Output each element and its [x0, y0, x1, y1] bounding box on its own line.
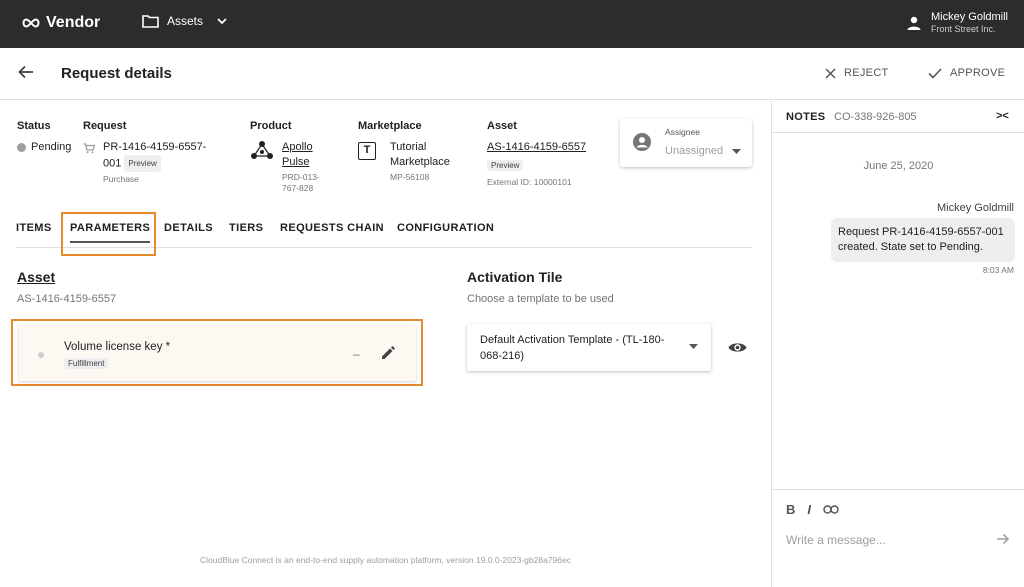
activation-hint: Choose a template to be used: [467, 293, 614, 305]
note-time: 8:03 AM: [982, 265, 1014, 275]
module-switcher[interactable]: Assets: [142, 14, 227, 28]
asset-label: Asset: [487, 120, 517, 132]
preview-chip: Preview: [124, 155, 161, 172]
caret-down-icon: [732, 149, 741, 154]
brand[interactable]: Vendor: [22, 14, 100, 32]
assignee-label: Assignee: [665, 127, 700, 137]
message-composer: B I Write a message...: [772, 489, 1024, 587]
activation-selected-line1: Default Activation Template - (TL-180-: [480, 334, 665, 346]
notes-header: NOTES CO-338-926-805 ><: [772, 101, 1024, 133]
parameter-tag: Fulfillment: [64, 358, 109, 369]
notes-id: CO-338-926-805: [834, 111, 917, 123]
parameter-status-dot: [38, 352, 44, 358]
marketplace-name-line1: Tutorial: [390, 141, 427, 153]
caret-down-icon: [689, 344, 698, 349]
asset-heading[interactable]: Asset: [17, 269, 116, 285]
parameter-card[interactable]: Volume license key * Fulfillment –: [19, 325, 416, 381]
activation-selected-line2: 068-216): [480, 350, 525, 362]
status-value: Pending: [31, 141, 72, 153]
note-author: Mickey Goldmill: [936, 202, 1014, 214]
tab-highlight-frame: [61, 212, 156, 256]
back-arrow-icon[interactable]: [18, 65, 34, 79]
tab-tiers[interactable]: TIERS: [229, 222, 263, 234]
activation-heading: Activation Tile: [467, 269, 563, 285]
chevron-down-icon: [217, 17, 227, 24]
bold-icon[interactable]: B: [786, 502, 795, 517]
footer-text: CloudBlue Connect is an end-to-end suppl…: [200, 555, 571, 565]
italic-icon[interactable]: I: [807, 502, 811, 517]
request-id-line1: PR-1416-4159-6557-: [103, 141, 207, 153]
tab-details[interactable]: DETAILS: [164, 222, 213, 234]
account-circle-icon: [633, 133, 651, 151]
status-block: Status Pending: [17, 120, 71, 155]
product-label: Product: [250, 120, 292, 132]
product-id-line2: 767-828: [282, 183, 314, 193]
request-id-line2: 001: [103, 157, 122, 170]
close-icon: [825, 67, 836, 79]
product-id-line1: PRD-013-: [282, 172, 320, 182]
assignee-value: Unassigned: [665, 145, 724, 157]
parameter-highlight-frame: Volume license key * Fulfillment –: [11, 319, 423, 386]
main-content: Status Pending Request PR-1416-4159-6557…: [0, 101, 771, 587]
user-org: Front Street Inc.: [930, 24, 996, 34]
asset-section-id: AS-1416-4159-6557: [17, 293, 117, 305]
page-header: Request details REJECT APPROVE: [0, 48, 1024, 100]
product-name-line1[interactable]: Apollo: [282, 140, 320, 155]
request-block: Request PR-1416-4159-6557- 001 Preview Pu…: [83, 120, 206, 185]
product-logo-icon: [251, 141, 273, 159]
asset-block: Asset AS-1416-4159-6557 Preview External…: [487, 120, 586, 188]
activation-section: Activation Tile Choose a template to be …: [467, 269, 614, 305]
marketplace-label: Marketplace: [358, 120, 422, 132]
top-bar: Vendor Assets Mickey Goldmill Front Stre…: [0, 0, 1024, 48]
parameter-value: –: [353, 347, 360, 361]
tab-requests-chain[interactable]: REQUESTS CHAIN: [280, 222, 384, 234]
check-icon: [928, 67, 942, 79]
reject-button[interactable]: REJECT: [825, 67, 889, 79]
send-arrow-icon[interactable]: [996, 533, 1010, 545]
parameter-name: Volume license key *: [64, 341, 171, 353]
marketplace-block: Marketplace T Tutorial Marketplace MP-56…: [358, 120, 450, 183]
asset-preview-chip: Preview: [487, 160, 524, 172]
approve-button[interactable]: APPROVE: [928, 67, 1005, 79]
activation-template-select[interactable]: Default Activation Template - (TL-180- 0…: [467, 324, 711, 371]
brand-name: Vendor: [46, 14, 101, 31]
tab-configuration[interactable]: CONFIGURATION: [397, 222, 494, 234]
tab-items[interactable]: ITEMS: [16, 222, 52, 234]
page-title: Request details: [61, 65, 172, 82]
folder-icon: [142, 15, 159, 28]
person-icon: [907, 16, 921, 30]
marketplace-id: MP-56108: [390, 172, 430, 182]
edit-pencil-icon[interactable]: [381, 345, 396, 360]
cart-icon: [83, 143, 95, 154]
status-label: Status: [17, 120, 51, 132]
request-type: Purchase: [103, 174, 139, 184]
marketplace-name-line2: Marketplace: [390, 156, 450, 168]
note-message: Request PR-1416-4159-6557-001 created. S…: [831, 218, 1015, 262]
infinity-logo-icon: [22, 18, 40, 28]
request-label: Request: [83, 120, 127, 132]
notes-title: NOTES: [786, 111, 826, 123]
product-block: Product Apollo Pulse PRD-013- 767-828: [250, 120, 320, 194]
message-input[interactable]: Write a message...: [786, 533, 886, 547]
assignee-select[interactable]: Assignee Unassigned: [620, 119, 752, 167]
module-name: Assets: [167, 14, 204, 28]
notes-date: June 25, 2020: [863, 160, 934, 172]
marketplace-logo-icon: T: [358, 142, 376, 160]
user-menu[interactable]: Mickey Goldmill Front Street Inc.: [907, 11, 1008, 34]
asset-section: Asset AS-1416-4159-6557: [17, 269, 116, 305]
eye-icon[interactable]: [728, 341, 747, 354]
asset-external-id: External ID: 10000101: [487, 177, 572, 187]
approve-label: APPROVE: [950, 67, 1006, 79]
asset-id-link[interactable]: AS-1416-4159-6557: [487, 140, 586, 155]
collapse-panel-icon[interactable]: ><: [996, 110, 1009, 122]
format-toolbar: B I: [786, 502, 839, 517]
product-name-line2[interactable]: Pulse: [282, 155, 320, 170]
link-icon[interactable]: [823, 505, 839, 514]
reject-label: REJECT: [844, 67, 889, 79]
notes-panel: NOTES CO-338-926-805 >< June 25, 2020 Mi…: [771, 101, 1024, 587]
clock-icon: [17, 143, 26, 152]
user-name: Mickey Goldmill: [930, 11, 1008, 23]
